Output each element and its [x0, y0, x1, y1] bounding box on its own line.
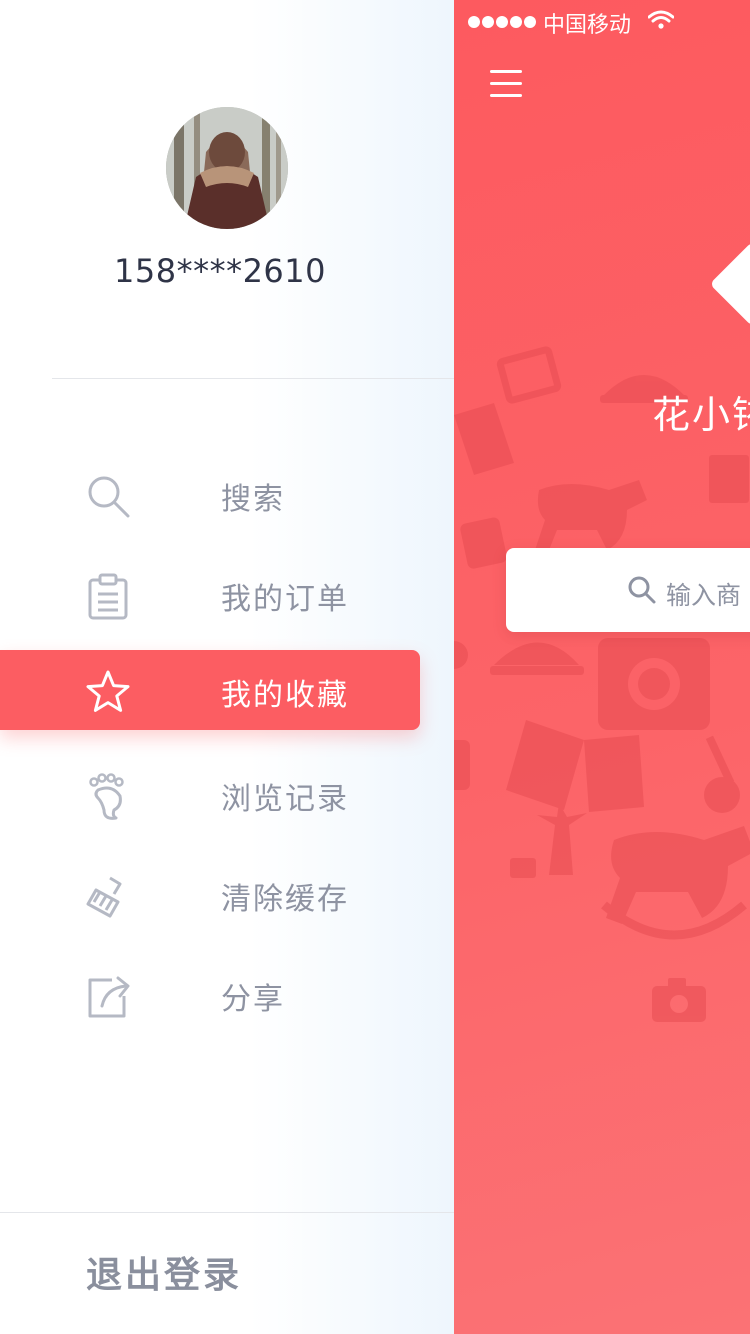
search-bar[interactable]: 输入商	[506, 548, 750, 632]
side-drawer: 158****2610 搜索 我的订单 我的收藏 浏览记录 清除缓存 分享 退出…	[0, 0, 454, 1334]
carrier-name: 中国移动	[543, 13, 632, 38]
menu-item-label: 清除缓存	[221, 882, 349, 917]
menu-item-orders[interactable]: 我的订单	[0, 554, 420, 634]
status-bar: 中国移动	[454, 0, 750, 40]
menu-item-label: 我的收藏	[221, 678, 349, 713]
star-icon	[84, 668, 132, 716]
logout-button[interactable]: 退出登录	[86, 1246, 242, 1298]
menu-item-label: 分享	[221, 982, 285, 1017]
menu-toggle-button[interactable]	[490, 68, 524, 100]
broom-icon	[84, 872, 132, 920]
avatar-image	[166, 107, 288, 229]
search-icon	[84, 472, 132, 520]
clipboard-icon	[84, 572, 132, 620]
main-screen: 中国移动 花小铱 输入商	[454, 0, 750, 1334]
divider	[52, 378, 454, 379]
search-icon	[628, 576, 656, 604]
menu-item-history[interactable]: 浏览记录	[0, 754, 420, 834]
menu-item-search[interactable]: 搜索	[0, 454, 420, 534]
share-icon	[84, 972, 132, 1020]
brand-title: 花小铱	[652, 393, 750, 437]
menu-item-label: 搜索	[221, 482, 285, 517]
divider	[0, 1212, 454, 1213]
menu-item-label: 我的订单	[221, 582, 349, 617]
menu-item-share[interactable]: 分享	[0, 954, 420, 1034]
avatar[interactable]	[166, 107, 288, 229]
footprint-icon	[84, 772, 132, 820]
signal-strength-icon	[468, 13, 538, 28]
menu-item-label: 浏览记录	[221, 782, 349, 817]
search-placeholder: 输入商	[666, 581, 742, 610]
user-phone-number: 158****2610	[113, 252, 326, 290]
wifi-icon	[648, 10, 674, 29]
background-pattern	[454, 346, 750, 1022]
menu-item-clear-cache[interactable]: 清除缓存	[0, 854, 420, 934]
menu-item-favorites[interactable]: 我的收藏	[0, 650, 420, 730]
